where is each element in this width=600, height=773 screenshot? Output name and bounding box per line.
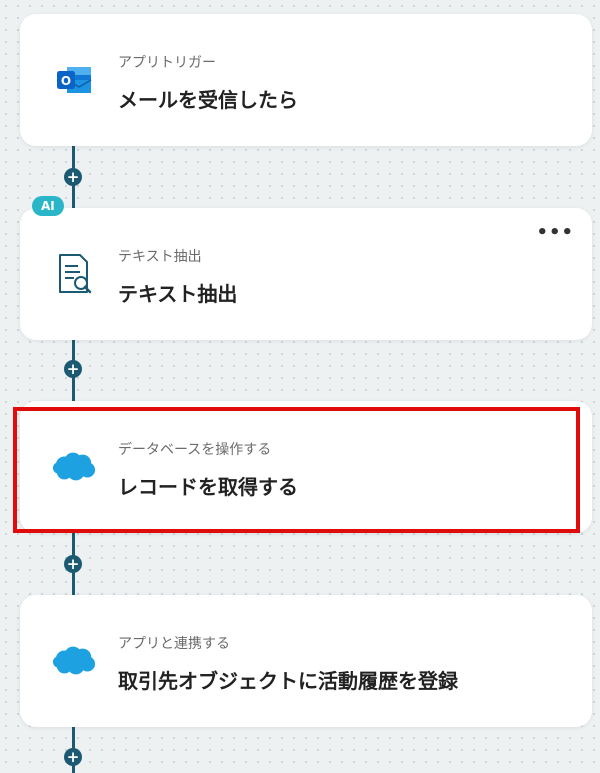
highlight-frame: [13, 407, 580, 533]
more-options-button[interactable]: •••: [536, 222, 574, 243]
add-step-button[interactable]: +: [64, 360, 82, 378]
add-step-button[interactable]: +: [64, 555, 82, 573]
step-card-app-trigger[interactable]: O アプリトリガー メールを受信したら: [20, 14, 592, 146]
step-type-label: テキスト抽出: [118, 249, 202, 265]
add-step-button[interactable]: +: [64, 748, 82, 766]
add-step-button[interactable]: +: [64, 168, 82, 186]
svg-text:O: O: [61, 74, 71, 88]
step-card-text-extraction[interactable]: AI ••• テキスト抽出 テキスト抽出: [20, 196, 592, 340]
step-type-label: アプリと連携する: [118, 636, 230, 652]
step-title: テキスト抽出: [118, 282, 238, 306]
workflow-canvas: + + + + O アプリトリガー メールを受信したら AI ••• テキスト抽…: [0, 0, 600, 773]
ai-badge: AI: [32, 196, 64, 216]
salesforce-icon: [52, 639, 96, 683]
step-title: 取引先オブジェクトに活動履歴を登録: [118, 669, 458, 693]
step-card-app-integration[interactable]: アプリと連携する 取引先オブジェクトに活動履歴を登録: [20, 595, 592, 727]
document-search-icon: [52, 252, 96, 296]
step-type-label: アプリトリガー: [118, 55, 216, 71]
step-title: メールを受信したら: [118, 88, 298, 112]
outlook-icon: O: [52, 58, 96, 102]
